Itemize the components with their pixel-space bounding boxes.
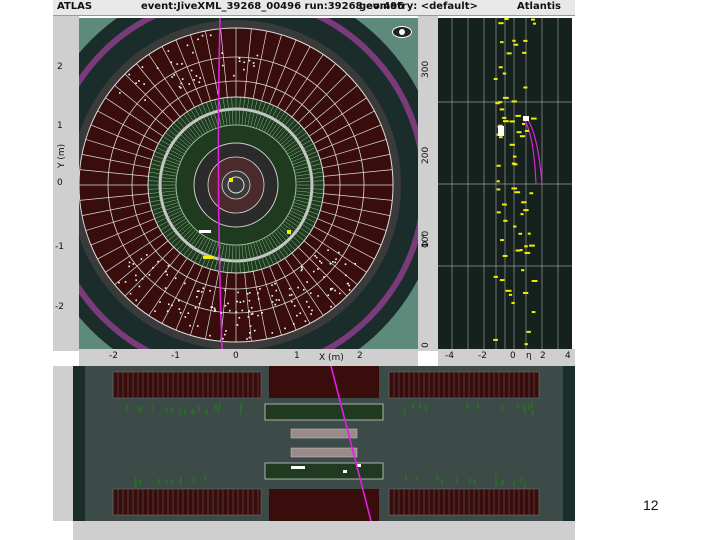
phi-eta-y-axis: 300 200 100 0 Φ ° (418, 16, 438, 351)
xy-hit-cluster (287, 230, 291, 234)
phi-eta-y-label: Φ ° (421, 233, 431, 248)
atlantis-window: ATLAS event:JiveXML_39268_00496 run:3926… (53, 0, 575, 540)
barrel-cal-bottom (269, 489, 379, 521)
rho-z-plot-area[interactable] (73, 366, 575, 521)
phi-eta-x-tick: 4 (565, 351, 571, 361)
xy-y-tick: 0 (57, 178, 63, 188)
rz-hit-cluster (343, 470, 347, 473)
phi-eta-x-tick: 0 (510, 351, 516, 361)
rho-z-x-axis (73, 521, 575, 540)
slide-page-number: 12 (643, 497, 659, 513)
barrel-cal-top (269, 366, 379, 398)
xy-y-tick: 2 (57, 62, 63, 72)
phi-eta-hit-cluster (523, 116, 529, 121)
title-app-name: Atlantis (517, 1, 561, 12)
rho-z-view[interactable] (53, 366, 575, 540)
phi-eta-x-tick: -4 (445, 351, 454, 361)
xy-x-tick: -2 (109, 351, 118, 361)
xy-detector-display (79, 18, 418, 349)
phi-eta-hit-cluster (498, 126, 504, 136)
phi-eta-y-tick: 200 (421, 146, 431, 164)
rho-z-y-axis (53, 366, 73, 521)
phi-eta-x-axis: -4 -2 0 η 2 4 (438, 349, 575, 366)
endcap-cal-bottom-left (112, 488, 262, 516)
xy-x-tick: 1 (294, 351, 300, 361)
title-bar: ATLAS event:JiveXML_39268_00496 run:3926… (53, 0, 575, 16)
xy-x-axis: -2 -1 0 1 2 X (m) (79, 349, 418, 366)
xy-x-label: X (m) (319, 353, 344, 363)
rho-z-display (73, 366, 575, 521)
xy-y-tick: -2 (55, 302, 64, 312)
eye-icon[interactable] (392, 26, 412, 38)
phi-eta-y-tick: 300 (421, 60, 431, 78)
phi-eta-x-tick: 2 (540, 351, 546, 361)
xy-hit-cluster (199, 230, 211, 233)
phi-eta-plot-area[interactable] (438, 18, 572, 349)
xy-plot-area[interactable] (79, 18, 418, 349)
xy-hit-cluster (203, 256, 213, 259)
xy-x-tick: 2 (357, 351, 363, 361)
xy-y-tick: 1 (57, 121, 63, 131)
xy-y-axis: 2 1 0 -1 -2 Y (m) (53, 16, 79, 351)
phi-eta-display (438, 18, 572, 349)
phi-eta-y-tick: 0 (421, 342, 431, 348)
xy-y-label: Y (m) (57, 143, 67, 168)
phi-eta-x-label: η (526, 351, 532, 361)
title-atlas: ATLAS (57, 1, 93, 12)
title-geometry: geometry: <default> (359, 1, 478, 12)
phi-eta-view[interactable]: 300 200 100 0 Φ ° -4 -2 0 η 2 4 (418, 16, 575, 366)
phi-eta-x-tick: -2 (478, 351, 487, 361)
xy-x-tick: 0 (233, 351, 239, 361)
xy-view[interactable]: 2 1 0 -1 -2 Y (m) -2 -1 0 1 2 X (m) (53, 16, 418, 366)
rz-hit-cluster (291, 466, 305, 469)
endcap-cal-top-left (112, 371, 262, 399)
xy-y-tick: -1 (55, 242, 64, 252)
xy-x-tick: -1 (171, 351, 180, 361)
xy-hit-cluster (229, 178, 233, 182)
